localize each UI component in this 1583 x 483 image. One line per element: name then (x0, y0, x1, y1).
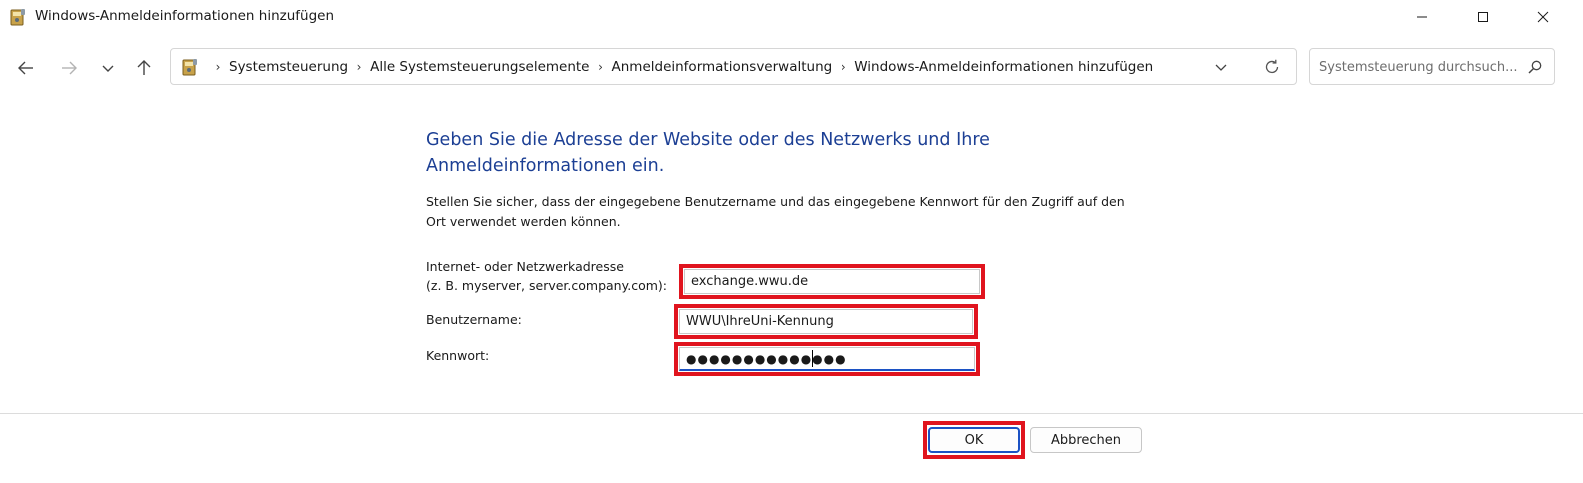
breadcrumb-item-systemsteuerung[interactable]: Systemsteuerung (229, 59, 348, 75)
address-history-button[interactable] (1211, 57, 1231, 77)
arrow-up-icon (137, 60, 151, 75)
chevron-right-icon[interactable]: › (348, 60, 370, 74)
recent-locations-button[interactable] (96, 56, 120, 80)
breadcrumb-item-all-items[interactable]: Alle Systemsteuerungselemente (370, 59, 589, 75)
ok-button[interactable]: OK (928, 427, 1020, 453)
credential-manager-icon (182, 58, 198, 76)
maximize-button[interactable] (1456, 0, 1510, 34)
address-hint-label: (z. B. myserver, server.company.com): (426, 278, 667, 293)
close-button[interactable] (1516, 0, 1570, 34)
cancel-button[interactable]: Abbrechen (1030, 427, 1142, 453)
address-input[interactable] (684, 269, 980, 294)
breadcrumb-item-add-windows-credential[interactable]: Windows-Anmeldeinformationen hinzufügen (854, 59, 1153, 75)
search-box[interactable] (1309, 48, 1555, 85)
chevron-right-icon[interactable]: › (590, 60, 612, 74)
minimize-icon (1417, 16, 1427, 18)
maximize-icon (1478, 12, 1488, 22)
chevron-right-icon[interactable]: › (832, 60, 854, 74)
page-heading: Geben Sie die Adresse der Website oder d… (426, 130, 990, 176)
arrow-right-icon (62, 61, 77, 75)
up-button[interactable] (132, 56, 156, 80)
navigation-bar: › Systemsteuerung › Alle Systemsteuerung… (0, 34, 1583, 100)
credential-manager-icon (10, 8, 26, 26)
title-bar: Windows-Anmeldeinformationen hinzufügen (0, 0, 1583, 34)
search-icon[interactable] (1526, 58, 1544, 76)
page-description: Stellen Sie sicher, dass der eingegebene… (426, 194, 1125, 229)
search-input[interactable] (1319, 57, 1519, 77)
username-label: Benutzername: (426, 312, 522, 327)
forward-button[interactable] (57, 56, 81, 80)
chevron-down-icon (102, 65, 114, 72)
refresh-icon (1265, 59, 1279, 74)
minimize-button[interactable] (1395, 0, 1449, 34)
address-label: Internet- oder Netzwerkadresse (426, 259, 624, 274)
credential-window: Windows-Anmeldeinformationen hinzufügen (0, 0, 1583, 483)
password-input[interactable] (679, 347, 975, 371)
breadcrumb-item-credential-manager[interactable]: Anmeldeinformationsverwaltung (612, 59, 833, 75)
chevron-down-icon (1215, 64, 1227, 71)
chevron-right-icon[interactable]: › (207, 60, 229, 74)
back-button[interactable] (14, 56, 38, 80)
breadcrumb: › Systemsteuerung › Alle Systemsteuerung… (207, 49, 1154, 84)
footer-divider (0, 413, 1583, 414)
arrow-left-icon (18, 61, 33, 75)
password-label: Kennwort: (426, 348, 490, 363)
address-bar[interactable]: › Systemsteuerung › Alle Systemsteuerung… (170, 48, 1297, 85)
close-icon (1537, 11, 1549, 23)
refresh-button[interactable] (1261, 56, 1283, 78)
text-caret (812, 350, 813, 367)
window-title: Windows-Anmeldeinformationen hinzufügen (35, 8, 335, 24)
username-input[interactable] (679, 309, 973, 334)
